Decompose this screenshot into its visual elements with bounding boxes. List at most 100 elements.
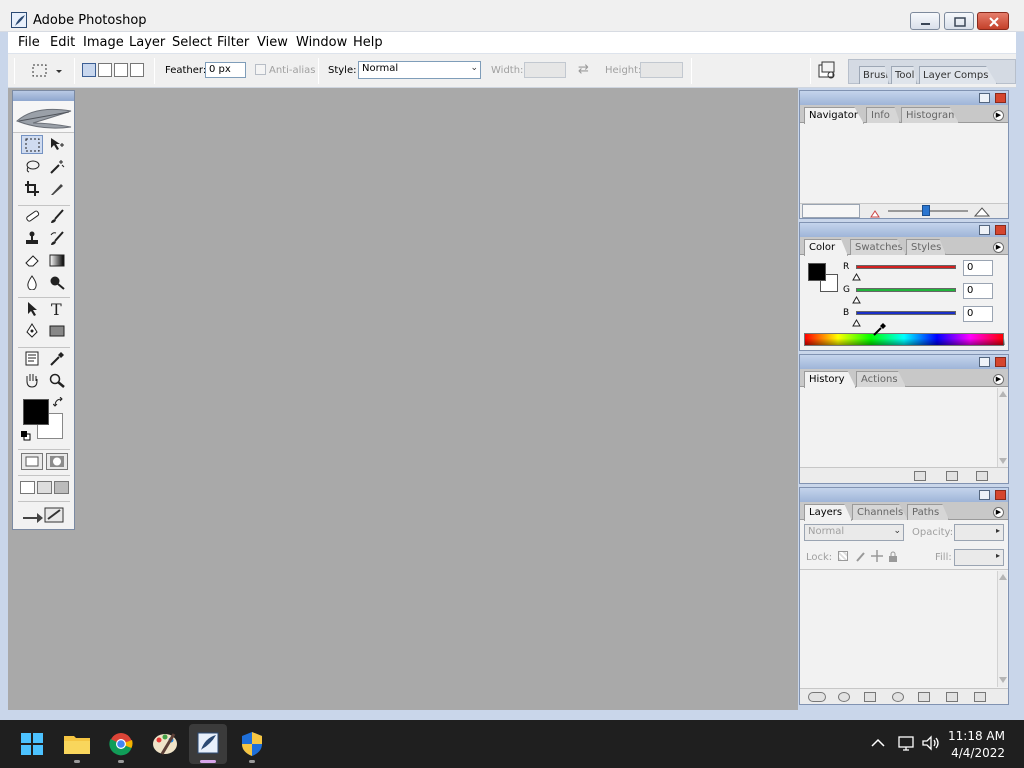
feather-input[interactable]: 0 px: [205, 62, 246, 78]
canvas-workspace[interactable]: [8, 88, 798, 710]
tool-preset-picker[interactable]: [30, 62, 66, 80]
default-colors-icon[interactable]: [21, 430, 31, 441]
clock-date[interactable]: 4/4/2022: [951, 746, 1005, 760]
palette-close-button[interactable]: [995, 225, 1006, 235]
hand-tool[interactable]: [21, 371, 43, 390]
taskbar-paint[interactable]: [146, 724, 184, 764]
scroll-up-arrow[interactable]: [999, 574, 1007, 580]
palette-menu-button[interactable]: ▶: [993, 374, 1004, 385]
tab-histogram[interactable]: Histogram: [901, 107, 959, 123]
show-hidden-icons-chevron-icon[interactable]: [870, 736, 886, 753]
channel-b-value[interactable]: 0: [963, 306, 993, 322]
rectangle-tool[interactable]: [46, 321, 68, 340]
close-button[interactable]: [977, 12, 1009, 30]
channel-r-slider[interactable]: [856, 265, 956, 269]
menu-file[interactable]: File: [18, 35, 40, 50]
restore-button[interactable]: [944, 12, 974, 30]
lasso-tool[interactable]: [21, 157, 43, 176]
anti-alias-checkbox[interactable]: [255, 64, 266, 75]
taskbar-chrome[interactable]: [102, 724, 140, 764]
lock-all-icon[interactable]: [888, 551, 898, 565]
slice-tool[interactable]: [46, 179, 68, 198]
palette-close-button[interactable]: [995, 357, 1006, 367]
layers-scrollbar[interactable]: [997, 571, 1007, 687]
foreground-color-swatch[interactable]: [23, 399, 49, 425]
toolbox-title-bar[interactable]: [13, 91, 74, 101]
fill-input[interactable]: ▸: [954, 549, 1004, 566]
new-layer-icon[interactable]: [946, 692, 958, 702]
screen-mode-standard-button[interactable]: [20, 481, 35, 494]
type-tool[interactable]: T: [46, 299, 68, 318]
tab-info[interactable]: Info: [866, 107, 900, 123]
color-fg-swatch[interactable]: [808, 263, 826, 281]
menu-edit[interactable]: Edit: [50, 35, 75, 50]
tab-styles[interactable]: Styles: [906, 239, 946, 255]
brush-tool[interactable]: [46, 207, 68, 226]
menu-image[interactable]: Image: [83, 35, 124, 50]
channel-b-slider[interactable]: [856, 311, 956, 315]
menu-help[interactable]: Help: [353, 35, 383, 50]
menu-view[interactable]: View: [257, 35, 288, 50]
palette-close-button[interactable]: [995, 490, 1006, 500]
add-to-selection-button[interactable]: [98, 63, 112, 77]
menu-window[interactable]: Window: [296, 35, 347, 50]
new-adjustment-layer-icon[interactable]: [892, 692, 904, 702]
palette-title-bar[interactable]: [800, 91, 1008, 105]
palette-well-tab-layer-comps[interactable]: Layer Comps: [919, 66, 997, 84]
opacity-input[interactable]: ▸: [954, 524, 1004, 541]
tab-layers[interactable]: Layers: [804, 504, 852, 521]
palette-minimize-button[interactable]: [979, 93, 990, 103]
palette-title-bar[interactable]: [800, 488, 1008, 502]
tab-navigator[interactable]: Navigator: [804, 107, 864, 124]
channel-g-slider[interactable]: [856, 288, 956, 292]
palette-well-tab-brushes[interactable]: Brush: [859, 66, 889, 84]
channel-r-thumb[interactable]: [852, 270, 861, 284]
minimize-button[interactable]: [910, 12, 940, 30]
network-icon[interactable]: [897, 734, 915, 755]
channel-r-value[interactable]: 0: [963, 260, 993, 276]
tab-color[interactable]: Color: [804, 239, 848, 256]
tab-actions[interactable]: Actions: [856, 371, 906, 387]
intersect-selection-button[interactable]: [130, 63, 144, 77]
palette-minimize-button[interactable]: [979, 357, 990, 367]
swap-colors-icon[interactable]: [52, 396, 65, 409]
palette-close-button[interactable]: [995, 93, 1006, 103]
layer-style-icon[interactable]: [838, 692, 850, 702]
zoom-in-icon[interactable]: [973, 206, 991, 220]
clock-time[interactable]: 11:18 AM: [948, 729, 1005, 743]
palette-menu-button[interactable]: ▶: [993, 110, 1004, 121]
screen-mode-menubar-button[interactable]: [37, 481, 52, 494]
crop-tool[interactable]: [21, 179, 43, 198]
volume-icon[interactable]: [921, 734, 941, 755]
height-input[interactable]: [640, 62, 683, 78]
clone-stamp-tool[interactable]: [21, 229, 43, 248]
standard-mode-button[interactable]: [21, 453, 43, 470]
tab-paths[interactable]: Paths: [907, 504, 949, 520]
palette-well-tab-tool-presets[interactable]: Tool: [891, 66, 917, 84]
jump-to-imageready-button[interactable]: [21, 505, 69, 525]
screen-mode-full-button[interactable]: [54, 481, 69, 494]
dodge-tool[interactable]: [46, 273, 68, 292]
eraser-tool[interactable]: [21, 251, 43, 270]
subtract-from-selection-button[interactable]: [114, 63, 128, 77]
channel-g-thumb[interactable]: [852, 293, 861, 307]
palette-menu-button[interactable]: ▶: [993, 242, 1004, 253]
blend-mode-dropdown[interactable]: Normal ⌄: [804, 524, 904, 541]
history-brush-tool[interactable]: [46, 229, 68, 248]
swap-dimensions-icon[interactable]: ⇄: [578, 62, 589, 77]
pen-tool[interactable]: [21, 321, 43, 340]
gradient-tool[interactable]: [46, 251, 68, 270]
history-scrollbar[interactable]: [997, 388, 1007, 467]
style-dropdown[interactable]: Normal ⌄: [358, 61, 481, 79]
taskbar-security[interactable]: [233, 724, 271, 764]
path-selection-tool[interactable]: [21, 299, 43, 318]
channel-g-value[interactable]: 0: [963, 283, 993, 299]
lock-position-icon[interactable]: [871, 550, 883, 565]
color-spectrum-ramp[interactable]: [804, 333, 1005, 346]
new-selection-button[interactable]: [82, 63, 96, 77]
tab-swatches[interactable]: Swatches: [850, 239, 906, 255]
taskbar-photoshop[interactable]: [189, 724, 227, 764]
zoom-slider-thumb[interactable]: [922, 205, 930, 216]
menu-filter[interactable]: Filter: [217, 35, 249, 50]
rectangular-marquee-tool[interactable]: [21, 135, 43, 154]
